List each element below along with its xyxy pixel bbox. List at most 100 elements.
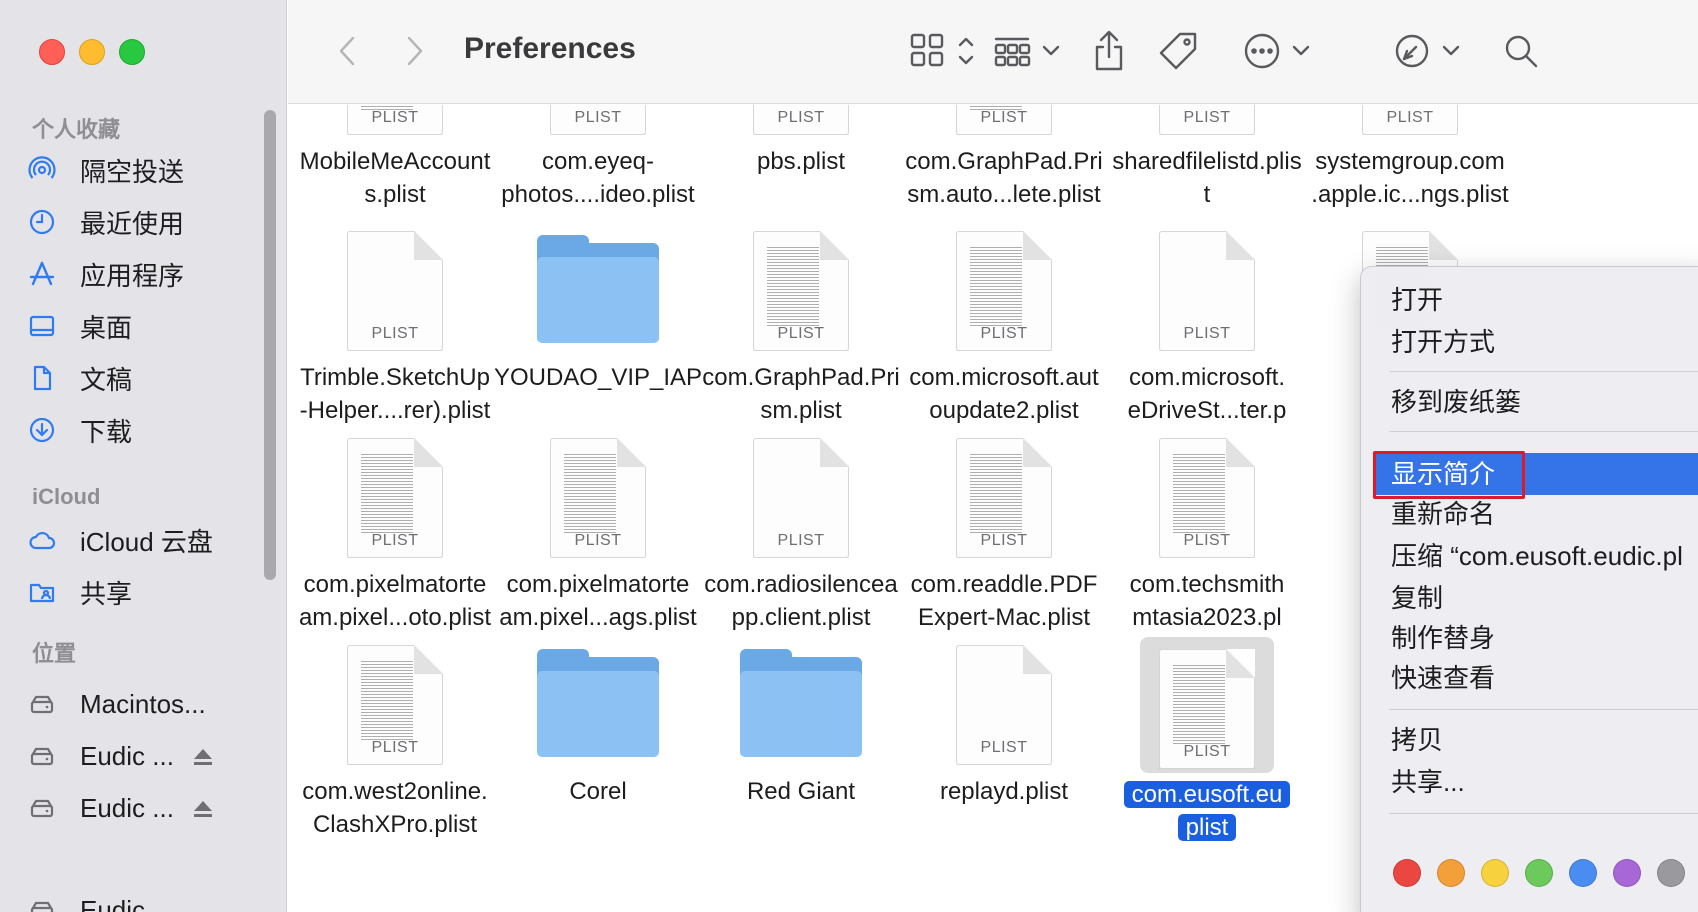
- tag-color-dot[interactable]: [1481, 859, 1509, 887]
- sidebar-item-label: Macintos...: [80, 688, 206, 719]
- file-item[interactable]: PLIST pbs.plist: [696, 105, 906, 239]
- disk-icon: [22, 688, 62, 720]
- back-button[interactable]: [328, 26, 368, 76]
- sidebar-item-applications[interactable]: 应用程序: [22, 250, 262, 298]
- annotation-box: [1373, 451, 1525, 499]
- file-name: photos....ideo.plist: [501, 181, 695, 208]
- chevron-left-icon: [339, 36, 355, 66]
- sidebar-item-eudic-2[interactable]: Eudic ...: [22, 784, 262, 832]
- group-button[interactable]: [988, 26, 1072, 76]
- file-name: systemgroup.com: [1315, 148, 1505, 175]
- file-name: com.readdle.PDF: [910, 571, 1098, 598]
- context-menu: 打开 打开方式 移到废纸篓 显示简介 重新命名 压缩 “com.eusoft.e…: [1360, 266, 1698, 912]
- sidebar-item-eudic-3[interactable]: Eudic: [22, 886, 262, 912]
- tag-color-dot[interactable]: [1657, 859, 1685, 887]
- more-actions-button[interactable]: [1238, 26, 1318, 76]
- share-button[interactable]: [1084, 26, 1134, 76]
- file-item[interactable]: PLIST com.readdle.PDF Expert-Mac.plist: [899, 438, 1109, 662]
- tag-color-dot[interactable]: [1393, 859, 1421, 887]
- plist-file-icon: PLIST: [956, 105, 1052, 135]
- menu-item-rename[interactable]: 重新命名: [1361, 493, 1698, 535]
- folder-item[interactable]: Red Giant: [696, 645, 906, 869]
- file-item[interactable]: PLIST com.pixelmatorte am.pixel...ags.pli…: [493, 438, 703, 662]
- tag-button[interactable]: [1150, 26, 1206, 76]
- disk-icon: [22, 792, 62, 824]
- plist-file-icon: PLIST: [956, 438, 1052, 558]
- folder-item[interactable]: Corel: [493, 645, 703, 869]
- file-item[interactable]: PLIST com.eyeq-photos....ideo.plist: [493, 105, 703, 239]
- applications-icon: [22, 258, 62, 290]
- file-name: sm.plist: [760, 397, 842, 424]
- markup-button[interactable]: [1388, 26, 1468, 76]
- sidebar-item-downloads[interactable]: 下载: [22, 406, 262, 454]
- menu-item-compress[interactable]: 压缩 “com.eusoft.eudic.pl: [1361, 535, 1698, 577]
- sidebar-item-shared[interactable]: 共享: [22, 568, 262, 616]
- sidebar-item-recents[interactable]: 最近使用: [22, 198, 262, 246]
- sidebar-item-documents[interactable]: 文稿: [22, 354, 262, 402]
- download-icon: [22, 414, 62, 446]
- menu-item-quick-look[interactable]: 快速查看: [1361, 657, 1698, 699]
- menu-separator: [1389, 431, 1698, 432]
- menu-item-move-to-trash[interactable]: 移到废纸篓: [1361, 381, 1698, 423]
- file-item[interactable]: PLIST MobileMeAccount s.plist: [290, 105, 500, 239]
- file-item[interactable]: PLIST com.microsoft. eDriveSt...ter.p: [1102, 231, 1312, 455]
- folder-icon: [537, 235, 659, 343]
- sidebar-item-macintosh-hd[interactable]: Macintos...: [22, 680, 262, 728]
- file-item[interactable]: PLIST com.west2online. ClashXPro.plist: [290, 645, 500, 869]
- file-name: -Helper....rer).plist: [299, 397, 491, 424]
- file-name: pp.client.plist: [731, 604, 871, 631]
- view-mode-button[interactable]: [906, 26, 986, 76]
- toolbar: Preferences: [288, 0, 1698, 104]
- file-item[interactable]: PLIST com.techsmith mtasia2023.pl: [1102, 438, 1312, 662]
- zoom-window-button[interactable]: [119, 39, 145, 65]
- file-item-selected[interactable]: PLIST com.eusoft.eu plist: [1102, 637, 1312, 869]
- plist-file-icon: PLIST: [1159, 438, 1255, 558]
- menu-item-duplicate[interactable]: 复制: [1361, 577, 1698, 619]
- folder-item[interactable]: YOUDAO_VIP_IAP: [493, 231, 703, 455]
- menu-item-open-with[interactable]: 打开方式: [1361, 321, 1698, 363]
- sidebar-item-airdrop[interactable]: 隔空投送: [22, 146, 262, 194]
- menu-item-share[interactable]: 共享...: [1361, 761, 1698, 803]
- menu-item-make-alias[interactable]: 制作替身: [1361, 617, 1698, 659]
- eject-icon[interactable]: [190, 744, 216, 770]
- share-icon: [1095, 30, 1123, 71]
- sidebar-item-label: 最近使用: [80, 208, 185, 239]
- file-item[interactable]: PLIST replayd.plist: [899, 645, 1109, 869]
- plist-file-icon: PLIST: [347, 645, 443, 765]
- plist-file-icon: PLIST: [347, 231, 443, 351]
- menu-separator: [1389, 371, 1698, 372]
- sidebar-item-icloud-drive[interactable]: iCloud 云盘: [22, 516, 262, 564]
- file-item[interactable]: PLIST systemgroup.com .apple.ic...ngs.pli…: [1305, 105, 1515, 239]
- tag-color-dot[interactable]: [1437, 859, 1465, 887]
- sidebar-scrollbar[interactable]: [264, 110, 276, 580]
- tag-color-dot[interactable]: [1613, 859, 1641, 887]
- file-name: sharedfilelistd.plis: [1112, 148, 1302, 175]
- ellipsis-circle-icon: [1244, 33, 1310, 69]
- file-item[interactable]: PLIST com.pixelmatorte am.pixel...oto.pli…: [290, 438, 500, 662]
- disk-icon: [22, 740, 62, 772]
- close-window-button[interactable]: [39, 39, 65, 65]
- file-item[interactable]: PLIST com.radiosilencea pp.client.plist: [696, 438, 906, 662]
- sidebar-item-eudic-1[interactable]: Eudic ...: [22, 732, 262, 780]
- cloud-icon: [22, 524, 62, 556]
- file-name: sm.auto...lete.plist: [907, 181, 1101, 208]
- plist-file-icon: PLIST: [1159, 231, 1255, 351]
- eject-icon[interactable]: [190, 796, 216, 822]
- menu-item-open[interactable]: 打开: [1361, 279, 1698, 321]
- file-item[interactable]: PLIST com.GraphPad.Pri sm.auto...lete.pli…: [899, 105, 1109, 239]
- tag-color-dot[interactable]: [1569, 859, 1597, 887]
- file-name: s.plist: [364, 181, 426, 208]
- file-item[interactable]: PLIST com.microsoft.aut oupdate2.plist: [899, 231, 1109, 455]
- tag-color-dot[interactable]: [1525, 859, 1553, 887]
- file-name: com.GraphPad.Pri: [702, 364, 900, 391]
- sidebar-item-desktop[interactable]: 桌面: [22, 302, 262, 350]
- file-item[interactable]: PLIST sharedfilelistd.plis t: [1102, 105, 1312, 239]
- file-item[interactable]: PLIST com.GraphPad.Pri sm.plist: [696, 231, 906, 455]
- minimize-window-button[interactable]: [79, 39, 105, 65]
- forward-button[interactable]: [394, 26, 434, 76]
- search-button[interactable]: [1496, 26, 1546, 76]
- finder-window: 个人收藏 隔空投送 最近使用 应用程序 桌面 文稿 下载 iCloud iClo…: [0, 0, 1698, 912]
- file-name: Trimble.SketchUp: [300, 364, 490, 391]
- menu-item-copy[interactable]: 拷贝: [1361, 719, 1698, 761]
- file-item[interactable]: PLIST Trimble.SketchUp -Helper....rer).pl…: [290, 231, 500, 455]
